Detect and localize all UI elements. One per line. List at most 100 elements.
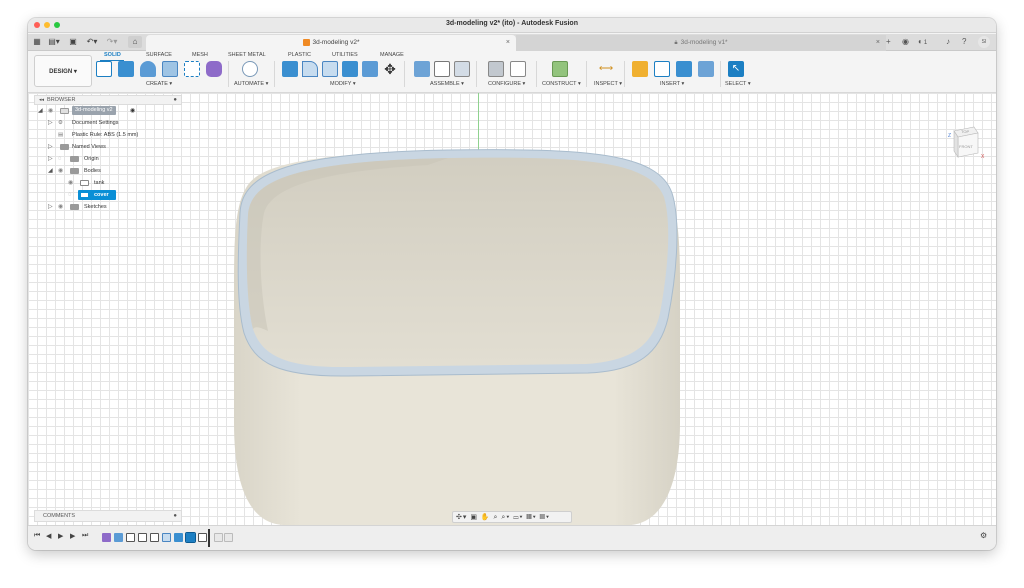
joint-icon[interactable]	[434, 61, 450, 77]
job-status-icon[interactable]: ◐1	[918, 36, 927, 48]
eye-icon[interactable]: ◉	[48, 105, 53, 117]
timeline-feature-icon[interactable]	[162, 533, 171, 542]
tab-document-v2[interactable]: 3d-modeling v2* ×	[146, 35, 516, 51]
create-sketch-icon[interactable]	[96, 61, 112, 77]
timeline-feature-icon[interactable]	[174, 533, 183, 542]
tree-item-origin[interactable]: ▷ ◌ Origin	[34, 153, 182, 165]
box-icon[interactable]	[162, 61, 178, 77]
tree-item-named-views[interactable]: ▷ Named Views	[34, 141, 182, 153]
tree-item-tank[interactable]: ◉ tank	[34, 177, 182, 189]
tab-document-v1[interactable]: 🔒︎ 3d-modeling v1* ×	[516, 35, 886, 51]
group-label-create[interactable]: CREATE ▾	[146, 81, 172, 87]
timeline-feature-icon[interactable]	[150, 533, 159, 542]
move-icon[interactable]: ✥	[382, 61, 398, 77]
timeline-feature-icon[interactable]	[126, 533, 135, 542]
tree-item-cover[interactable]: ◌ cover	[34, 189, 182, 201]
tab-surface[interactable]: SURFACE	[146, 52, 172, 58]
revolve-icon[interactable]	[140, 61, 156, 77]
tab-plastic[interactable]: PLASTIC	[288, 52, 311, 58]
timeline-prev-icon[interactable]: ◀	[46, 532, 51, 540]
timeline-feature-icon[interactable]	[185, 532, 196, 543]
browser-pin-icon[interactable]: ●	[173, 96, 177, 105]
timeline-feature-icon[interactable]	[214, 533, 223, 542]
group-label-insert[interactable]: INSERT ▾	[660, 81, 684, 87]
comments-add-icon[interactable]: ●	[173, 511, 177, 522]
extensions-icon[interactable]: ◉	[902, 36, 909, 48]
automate-icon[interactable]	[242, 61, 258, 77]
new-tab-icon[interactable]: +	[886, 36, 891, 48]
expanded-arrow-icon[interactable]: ◢	[38, 105, 43, 117]
collapsed-arrow-icon[interactable]: ▷	[48, 201, 53, 213]
tab-mesh[interactable]: MESH	[192, 52, 208, 58]
timeline-last-icon[interactable]: ⏭	[82, 532, 88, 540]
expanded-arrow-icon[interactable]: ◢	[48, 165, 53, 177]
timeline-feature-icon[interactable]	[198, 533, 207, 542]
timeline-next-icon[interactable]: ▶	[70, 532, 75, 540]
eye-icon[interactable]: ◌	[58, 153, 62, 165]
timeline-feature-icon[interactable]	[224, 533, 233, 542]
group-label-assemble[interactable]: ASSEMBLE ▾	[430, 81, 464, 87]
insert-mesh-icon[interactable]	[654, 61, 670, 77]
home-icon[interactable]: ⌂	[128, 36, 142, 48]
select-icon[interactable]: ↖	[728, 61, 744, 77]
avatar[interactable]: SI	[978, 36, 990, 48]
eye-icon[interactable]: ◉	[68, 177, 73, 189]
timeline-marker[interactable]	[208, 529, 210, 547]
timeline-feature-icon[interactable]	[114, 533, 123, 542]
undo-icon[interactable]: ↶▾	[84, 36, 100, 48]
close-tab-icon[interactable]: ×	[876, 35, 880, 51]
new-component-icon[interactable]	[414, 61, 430, 77]
app-grid-icon[interactable]: ▦	[32, 36, 42, 48]
browser-header[interactable]: ◂◂ BROWSER ●	[34, 95, 182, 105]
hole-icon[interactable]	[206, 61, 222, 77]
configure-icon[interactable]	[488, 61, 504, 77]
timeline-feature-icon[interactable]	[138, 533, 147, 542]
insert-derive-icon[interactable]	[632, 61, 648, 77]
insert-canvas-icon[interactable]	[698, 61, 714, 77]
3d-viewport[interactable]: ◂◂ BROWSER ● ◢ ◉ 3d-modeling v2 ◉ ▷ ⚙ Doc…	[28, 93, 996, 525]
gear-icon[interactable]: ⚙	[980, 531, 987, 540]
collapsed-arrow-icon[interactable]: ▷	[48, 117, 53, 129]
offset-plane-icon[interactable]	[552, 61, 568, 77]
configuration-table-icon[interactable]	[510, 61, 526, 77]
tab-sheet-metal[interactable]: SHEET METAL	[228, 52, 266, 58]
as-built-joint-icon[interactable]	[454, 61, 470, 77]
collapsed-arrow-icon[interactable]: ▷	[48, 153, 53, 165]
tree-item-bodies[interactable]: ◢ ◉ Bodies	[34, 165, 182, 177]
file-menu-icon[interactable]: ▤▾	[46, 36, 62, 48]
timeline-feature-icon[interactable]	[102, 533, 111, 542]
eye-icon[interactable]: ◉	[58, 165, 63, 177]
eye-icon[interactable]: ◌	[68, 189, 72, 201]
group-label-automate[interactable]: AUTOMATE ▾	[234, 81, 268, 87]
extrude-icon[interactable]	[118, 61, 134, 77]
shell-icon[interactable]	[322, 61, 338, 77]
tab-manage[interactable]: MANAGE	[380, 52, 404, 58]
insert-svg-icon[interactable]	[676, 61, 692, 77]
fillet-icon[interactable]	[302, 61, 318, 77]
timeline-first-icon[interactable]: ⏮	[34, 532, 40, 540]
group-label-modify[interactable]: MODIFY ▾	[330, 81, 356, 87]
collapsed-arrow-icon[interactable]: ▷	[48, 141, 53, 153]
form-icon[interactable]	[184, 61, 200, 77]
tree-item-document-settings[interactable]: ▷ ⚙ Document Settings	[34, 117, 182, 129]
tab-solid[interactable]: SOLID	[104, 52, 121, 58]
combine-icon[interactable]	[342, 61, 358, 77]
collapse-browser-icon[interactable]: ◂◂	[39, 97, 44, 103]
notifications-icon[interactable]: ♪	[946, 36, 950, 48]
timeline-play-icon[interactable]: ▶	[58, 532, 63, 540]
tree-item-plastic-rule[interactable]: ▤ Plastic Rule: ABS (1.5 mm)	[34, 129, 182, 141]
navigation-bar[interactable]: ✣▾ ▣ ✋ ⌕ ⌕▾ ▭▾ ▦▾ ▤▾	[452, 511, 572, 523]
group-label-configure[interactable]: CONFIGURE ▾	[488, 81, 525, 87]
measure-icon[interactable]: ⟷	[598, 61, 614, 77]
split-body-icon[interactable]	[362, 61, 378, 77]
workspace-switcher-button[interactable]: DESIGN ▾	[34, 55, 92, 87]
close-tab-icon[interactable]: ×	[506, 35, 510, 51]
group-label-construct[interactable]: CONSTRUCT ▾	[542, 81, 581, 87]
tree-item-root[interactable]: ◢ ◉ 3d-modeling v2 ◉	[34, 105, 182, 117]
redo-icon[interactable]: ↷▾	[104, 36, 120, 48]
group-label-select[interactable]: SELECT ▾	[725, 81, 751, 87]
tree-item-sketches[interactable]: ▷ ◉ Sketches	[34, 201, 182, 213]
tab-utilities[interactable]: UTILITIES	[332, 52, 358, 58]
eye-icon[interactable]: ◉	[58, 201, 63, 213]
save-icon[interactable]: ▣	[68, 36, 78, 48]
